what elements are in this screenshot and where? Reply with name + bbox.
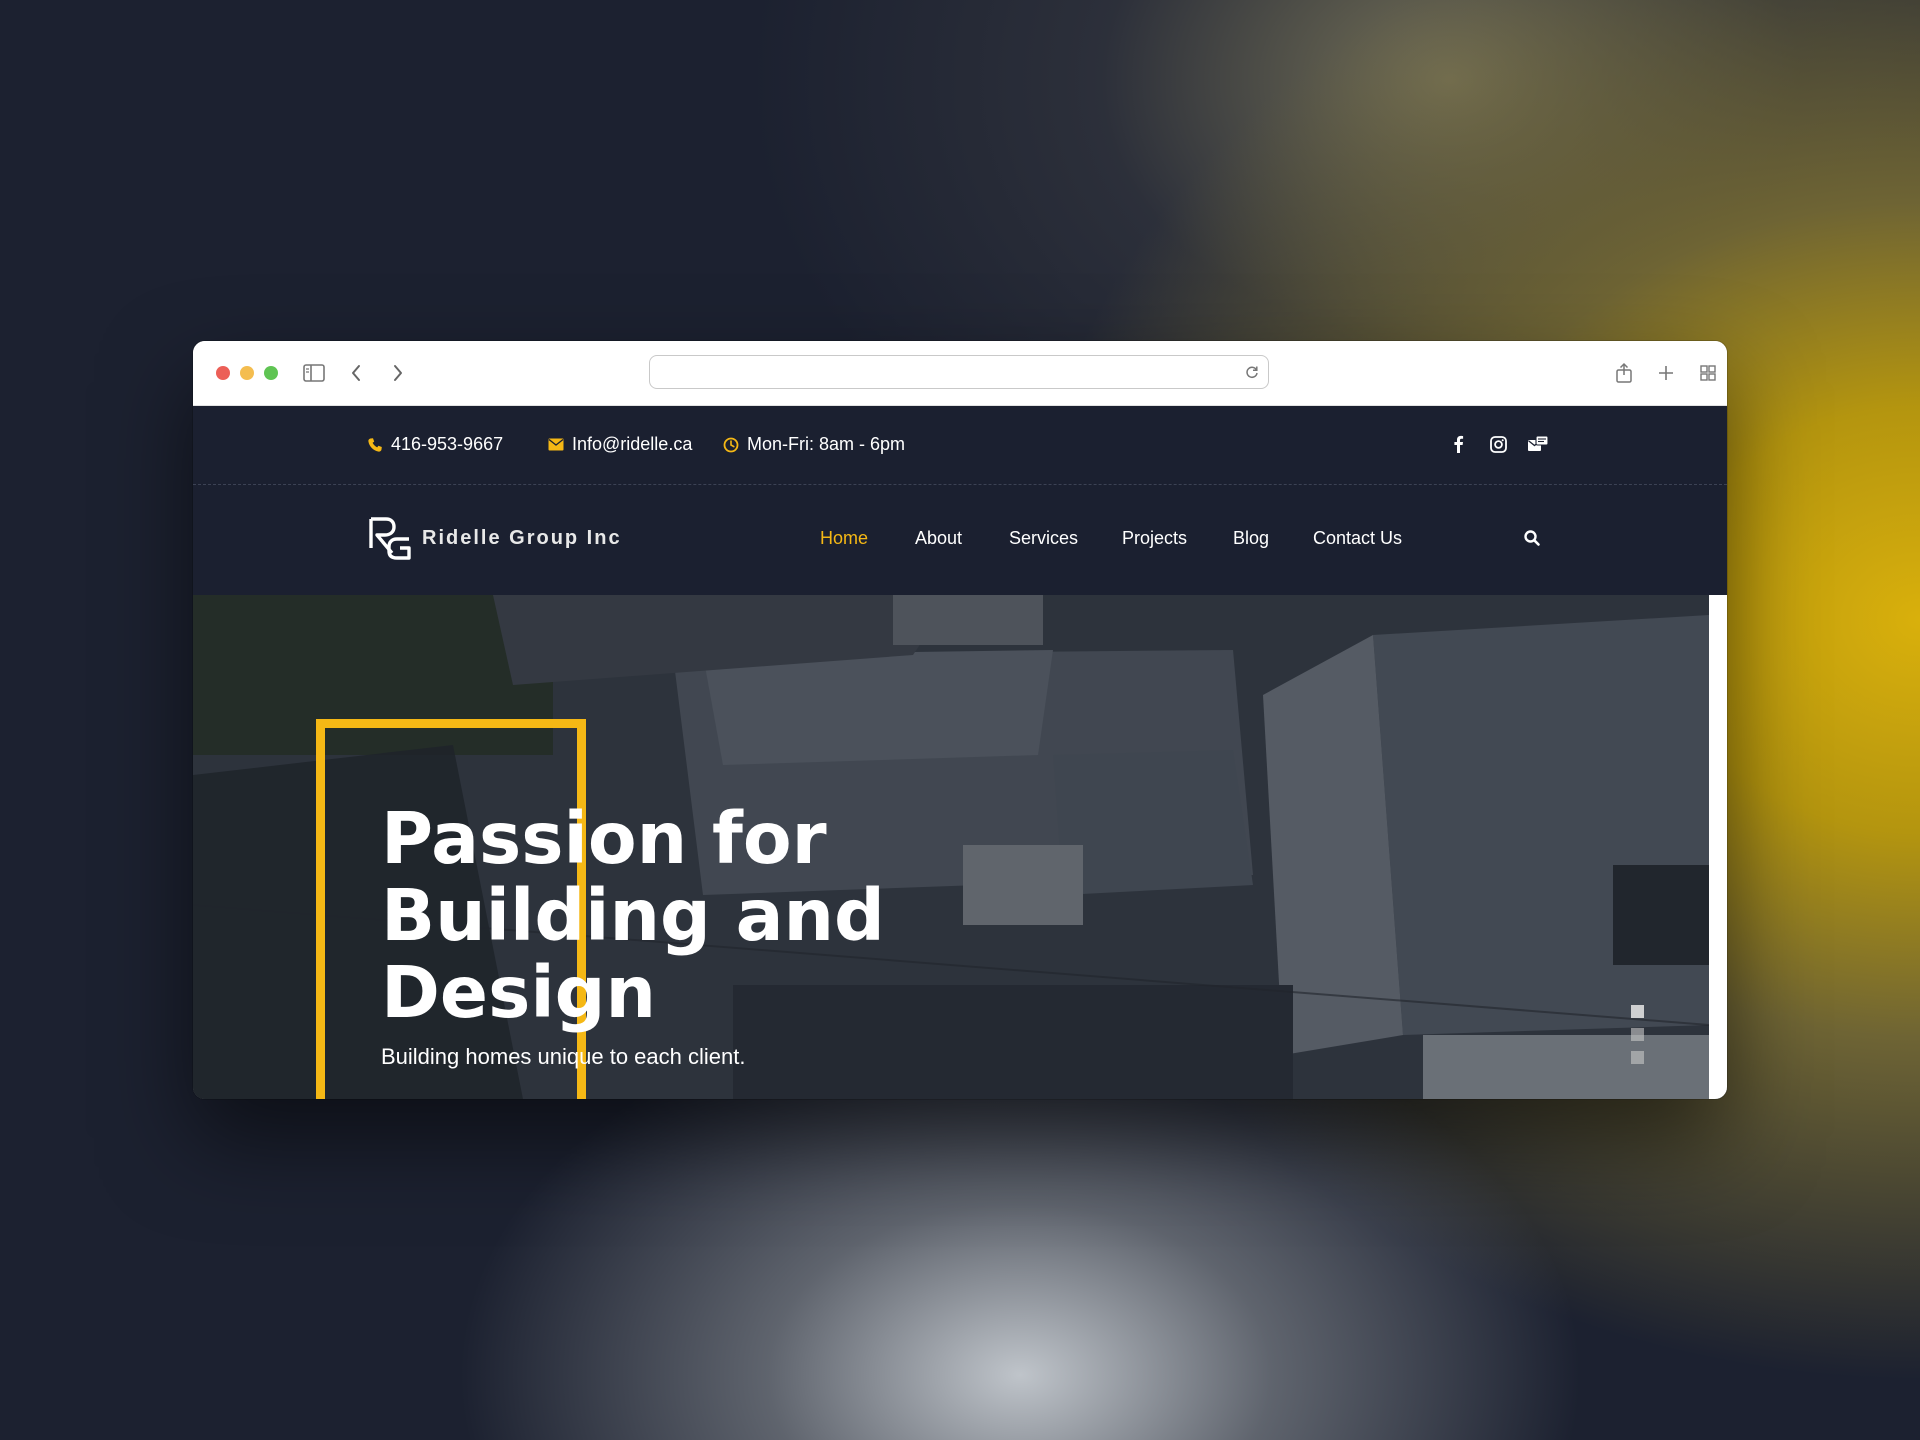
site-logo[interactable]: Ridelle Group Inc xyxy=(368,515,622,561)
share-icon[interactable] xyxy=(1609,358,1639,388)
sidebar-toggle-icon[interactable] xyxy=(299,358,329,388)
website: 416-953-9667 Info@ridelle.ca Mon-Fri: 8a… xyxy=(193,406,1727,1099)
browser-toolbar xyxy=(193,341,1727,406)
phone-contact[interactable]: 416-953-9667 xyxy=(366,434,503,455)
main-navbar: Ridelle Group Inc Home About Services Pr… xyxy=(193,485,1727,595)
slider-dot[interactable] xyxy=(1631,1005,1644,1018)
facebook-icon[interactable] xyxy=(1447,433,1469,455)
phone-number: 416-953-9667 xyxy=(391,434,504,454)
nav-about[interactable]: About xyxy=(915,528,962,549)
slider-dot[interactable] xyxy=(1631,1051,1644,1064)
hero-title-line: Building and xyxy=(381,874,885,957)
email-address: Info@ridelle.ca xyxy=(572,434,693,454)
slider-dot[interactable] xyxy=(1631,1028,1644,1041)
new-tab-icon[interactable] xyxy=(1651,358,1681,388)
minimize-window-button[interactable] xyxy=(240,366,254,380)
page-scrollbar[interactable] xyxy=(1709,595,1727,1099)
search-icon[interactable] xyxy=(1523,529,1543,549)
hero-title-line: Passion for xyxy=(381,797,827,880)
nav-services[interactable]: Services xyxy=(1009,528,1078,549)
hero-title: Passion for Building and Design xyxy=(381,800,1001,1031)
nav-blog[interactable]: Blog xyxy=(1233,528,1269,549)
address-bar[interactable] xyxy=(649,355,1269,389)
mail-chat-icon[interactable] xyxy=(1527,433,1549,455)
close-window-button[interactable] xyxy=(216,366,230,380)
phone-icon xyxy=(366,436,383,453)
nav-home[interactable]: Home xyxy=(820,528,868,549)
email-contact[interactable]: Info@ridelle.ca xyxy=(547,434,692,455)
forward-icon[interactable] xyxy=(383,358,413,388)
envelope-icon xyxy=(547,436,564,453)
clock-icon xyxy=(722,436,739,453)
contact-topbar: 416-953-9667 Info@ridelle.ca Mon-Fri: 8a… xyxy=(193,406,1727,485)
maximize-window-button[interactable] xyxy=(264,366,278,380)
hero-title-line: Design xyxy=(381,951,657,1034)
back-icon[interactable] xyxy=(341,358,371,388)
hero-subtitle: Building homes unique to each client. xyxy=(381,1044,746,1069)
brand-name: Ridelle Group Inc xyxy=(422,526,622,549)
tab-overview-icon[interactable] xyxy=(1693,358,1723,388)
reload-icon[interactable] xyxy=(1244,364,1260,380)
business-hours: Mon-Fri: 8am - 6pm xyxy=(747,434,906,454)
hours-info: Mon-Fri: 8am - 6pm xyxy=(722,434,905,455)
rg-logo-mark-icon xyxy=(369,517,411,560)
browser-window: 416-953-9667 Info@ridelle.ca Mon-Fri: 8a… xyxy=(193,341,1727,1099)
hero-banner: Passion for Building and Design Building… xyxy=(193,595,1709,1099)
instagram-icon[interactable] xyxy=(1487,433,1509,455)
nav-contact-us[interactable]: Contact Us xyxy=(1313,528,1402,549)
nav-projects[interactable]: Projects xyxy=(1122,528,1187,549)
slider-pagination xyxy=(1631,1005,1645,1074)
